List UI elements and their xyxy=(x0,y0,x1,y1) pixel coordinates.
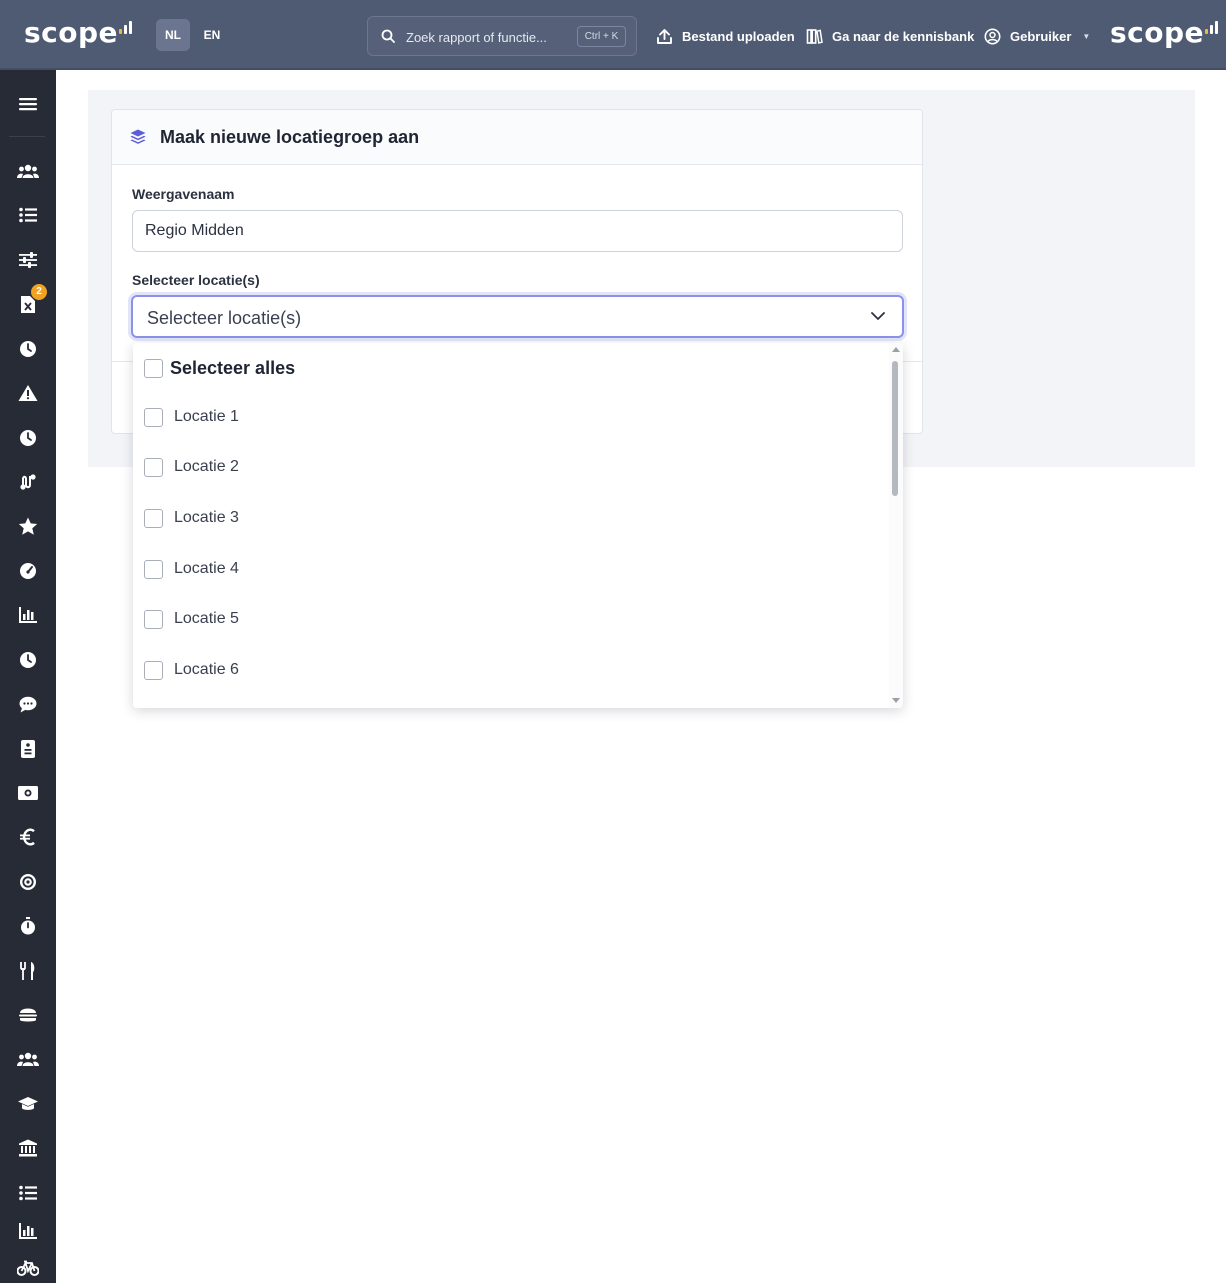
top-bar: scope NL EN Ctrl + K Bestand uploaden Ga… xyxy=(0,0,1226,70)
display-name-label: Weergavenaam xyxy=(132,186,235,202)
location-checkbox[interactable] xyxy=(144,508,163,528)
search-icon xyxy=(381,29,395,43)
knowledge-base-label: Ga naar de kennisbank xyxy=(832,28,975,44)
select-all-checkbox[interactable] xyxy=(144,358,163,378)
select-all-option[interactable]: Selecteer alles xyxy=(144,357,295,379)
scope-logo-right: scope xyxy=(1110,16,1221,56)
utensils-icon[interactable] xyxy=(16,959,40,983)
euro-icon[interactable] xyxy=(16,825,40,849)
money-icon[interactable] xyxy=(16,781,40,805)
location-option[interactable]: Locatie 3 xyxy=(144,507,239,529)
location-option[interactable]: Locatie 6 xyxy=(144,659,239,681)
logo-text: scope xyxy=(24,16,119,49)
signal-bars-icon xyxy=(119,18,135,34)
location-dropdown: Selecteer alles Locatie 1 Locatie 2 Loca… xyxy=(133,343,903,708)
location-checkbox[interactable] xyxy=(144,457,163,477)
location-option-label: Locatie 1 xyxy=(174,408,239,425)
location-option-label: Locatie 2 xyxy=(174,458,239,475)
location-select-placeholder: Selecteer locatie(s) xyxy=(147,308,302,328)
excel-file-icon[interactable]: 2 xyxy=(16,284,47,316)
user-menu[interactable]: Gebruiker ▼ xyxy=(984,25,1090,47)
select-all-label: Selecteer alles xyxy=(170,357,296,378)
search-input[interactable] xyxy=(406,27,556,47)
target-icon[interactable] xyxy=(16,870,40,894)
user-label: Gebruiker xyxy=(1010,28,1072,44)
location-checkbox[interactable] xyxy=(144,660,163,680)
upload-file-label: Bestand uploaden xyxy=(682,28,795,44)
stopwatch-icon[interactable] xyxy=(16,914,40,938)
language-en-button[interactable]: EN xyxy=(195,19,229,51)
location-option[interactable]: Locatie 5 xyxy=(144,608,239,630)
clock-icon[interactable] xyxy=(16,337,40,361)
upload-file-button[interactable]: Bestand uploaden xyxy=(656,25,795,47)
chevron-down-icon xyxy=(871,312,885,320)
scroll-up-arrow-icon[interactable] xyxy=(892,347,900,352)
sliders-icon[interactable] xyxy=(16,248,40,272)
location-option[interactable]: Locatie 2 xyxy=(144,456,239,478)
scroll-down-arrow-icon[interactable] xyxy=(892,698,900,703)
location-checkbox[interactable] xyxy=(144,559,163,579)
caret-down-icon: ▼ xyxy=(1082,31,1091,41)
search-shortcut-hint: Ctrl + K xyxy=(577,26,626,47)
route-icon[interactable] xyxy=(16,470,40,494)
bar-chart-icon[interactable] xyxy=(16,603,40,627)
location-option-label: Locatie 6 xyxy=(174,661,239,678)
users-icon[interactable] xyxy=(16,159,40,183)
gauge-icon[interactable] xyxy=(16,559,40,583)
burger-icon[interactable] xyxy=(16,1003,40,1027)
knowledge-base-link[interactable]: Ga naar de kennisbank xyxy=(806,25,974,47)
scope-logo[interactable]: scope xyxy=(24,16,135,56)
location-option-label: Locatie 4 xyxy=(174,560,239,577)
bank-icon[interactable] xyxy=(16,1136,40,1160)
upload-icon xyxy=(657,28,672,44)
menu-icon[interactable] xyxy=(16,92,40,116)
display-name-input[interactable] xyxy=(132,210,903,252)
select-locations-label: Selecteer locatie(s) xyxy=(132,272,260,288)
signal-bars-icon xyxy=(1205,18,1221,34)
books-icon xyxy=(806,28,823,44)
location-option[interactable]: Locatie 1 xyxy=(144,406,239,428)
layers-icon xyxy=(130,129,146,144)
document-icon[interactable] xyxy=(16,737,40,761)
location-checkbox[interactable] xyxy=(144,609,163,629)
card-header: Maak nieuwe locatiegroep aan xyxy=(112,110,922,165)
location-checkbox[interactable] xyxy=(144,407,163,427)
clock-icon[interactable] xyxy=(16,426,40,450)
user-circle-icon xyxy=(984,28,1001,44)
bar-chart-icon[interactable] xyxy=(16,1219,40,1243)
location-option-label: Locatie 5 xyxy=(174,610,239,627)
logo-text-right: scope xyxy=(1110,16,1205,49)
list-icon[interactable] xyxy=(16,1181,40,1205)
location-option-label: Locatie 3 xyxy=(174,509,239,526)
clock-icon[interactable] xyxy=(16,648,40,672)
notification-badge: 2 xyxy=(31,284,47,300)
scrollbar-thumb[interactable] xyxy=(892,361,898,496)
star-icon[interactable] xyxy=(16,514,40,538)
warning-icon[interactable] xyxy=(16,381,40,405)
location-select[interactable]: Selecteer locatie(s) xyxy=(131,295,904,338)
location-option[interactable]: Locatie 4 xyxy=(144,558,239,580)
sidebar: 2 xyxy=(0,70,56,1283)
graduation-cap-icon[interactable] xyxy=(16,1092,40,1116)
chat-icon[interactable] xyxy=(16,692,40,716)
list-icon[interactable] xyxy=(16,203,40,227)
card-title: Maak nieuwe locatiegroep aan xyxy=(160,127,420,147)
sidebar-divider xyxy=(9,136,45,137)
language-nl-button[interactable]: NL xyxy=(156,19,190,51)
team-icon[interactable] xyxy=(16,1047,40,1071)
search-box[interactable]: Ctrl + K xyxy=(367,16,637,56)
bicycle-icon[interactable] xyxy=(16,1256,40,1280)
